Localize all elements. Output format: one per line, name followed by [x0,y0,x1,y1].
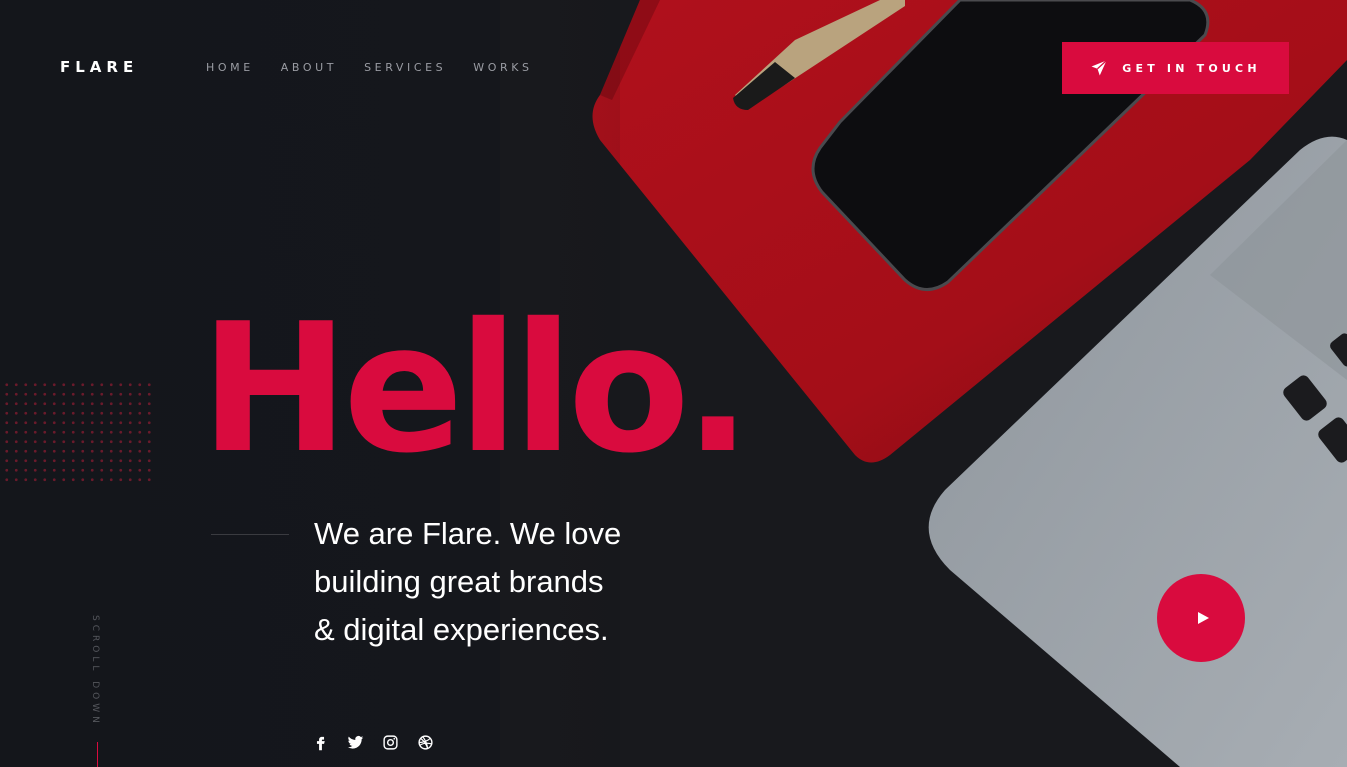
get-in-touch-button[interactable]: GET IN TOUCH [1062,42,1289,94]
tagline-line: & digital experiences. [314,612,609,647]
play-icon [1197,612,1209,624]
get-in-touch-label: GET IN TOUCH [1122,61,1261,75]
tagline-divider [211,534,289,535]
nav-works[interactable]: WORKS [473,61,532,74]
hero-tagline: We are Flare. We love building great bra… [314,510,734,654]
nav-services[interactable]: SERVICES [364,61,446,74]
nav-home[interactable]: HOME [206,61,254,74]
main-nav: HOME ABOUT SERVICES WORKS [206,61,560,74]
hero-headline: Hello. [200,285,752,492]
instagram-icon[interactable] [380,732,400,752]
twitter-icon[interactable] [345,732,365,752]
social-links [310,732,435,752]
facebook-icon[interactable] [310,732,330,752]
paper-plane-icon [1091,60,1108,76]
tagline-line: We are Flare. We love [314,516,622,551]
scroll-indicator-line [97,742,98,767]
tagline-line: building great brands [314,564,604,599]
brand-logo[interactable]: FLARE [60,58,138,76]
dribbble-icon[interactable] [415,732,435,752]
scroll-down-label[interactable]: SCROLL DOWN [90,615,100,727]
nav-about[interactable]: ABOUT [281,61,337,74]
decorative-dot-grid [2,380,152,482]
play-video-button[interactable] [1157,574,1245,662]
